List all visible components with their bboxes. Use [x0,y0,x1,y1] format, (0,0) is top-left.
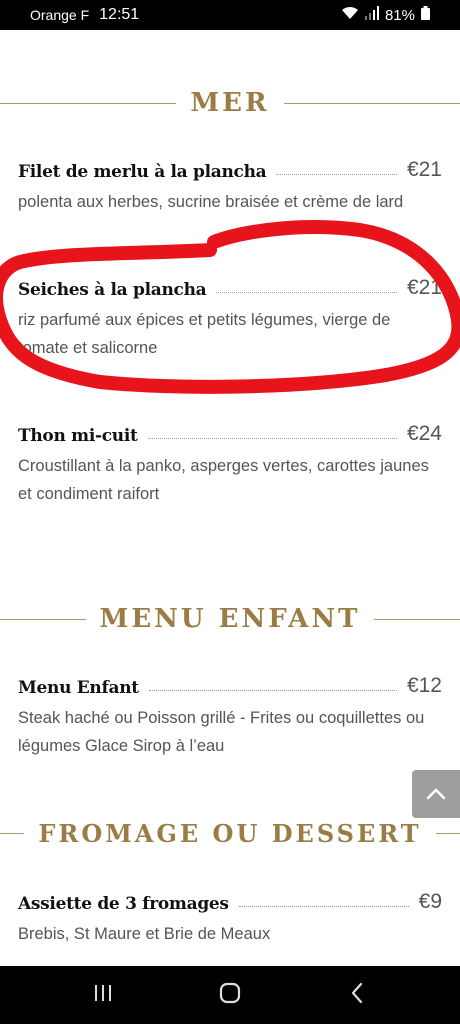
home-icon [219,982,241,1008]
section-title: MENU ENFANT [99,604,361,634]
section-header-mer: MER [0,88,460,118]
section-title: FROMAGE OU DESSERT [38,819,422,848]
dotted-leader [148,690,397,691]
item-price: €12 [406,674,442,697]
wifi-icon [341,6,359,24]
dotted-leader [276,174,397,175]
clock: 12:51 [99,6,140,23]
battery-percent: 81% [384,6,415,24]
home-button[interactable] [200,975,260,1015]
item-name: Assiette de 3 fromages [18,894,229,914]
item-name: Seiches à la plancha [18,280,207,300]
item-name: Filet de merlu à la plancha [18,162,267,182]
dotted-leader [147,438,397,439]
item-name: Thon mi-cuit [18,426,138,446]
item-description: polenta aux herbes, sucrine braisée et c… [18,193,404,211]
section-header-fromage-ou-dessert: FROMAGE OU DESSERT [0,819,460,848]
status-icons: 81% [341,6,430,24]
chevron-up-icon [426,785,446,804]
carrier-name: Orange F [30,7,90,23]
section-header-menu-enfant: MENU ENFANT [0,604,460,634]
signal-icon [364,6,379,24]
divider [0,102,177,104]
item-price: €21 [406,276,442,299]
divider [374,618,460,620]
divider [435,833,460,834]
dotted-leader [238,906,409,907]
scroll-to-top-button[interactable] [412,770,460,818]
menu-item-menu-enfant: Menu Enfant €12 Steak haché ou Poisson g… [18,674,442,760]
item-description: Brebis, St Maure et Brie de Meaux [18,925,271,943]
menu-item-filet-de-merlu: Filet de merlu à la plancha €21 polenta … [18,158,442,216]
menu-item-thon-mi-cuit: Thon mi-cuit €24 Croustillant à la panko… [18,422,442,508]
recents-button[interactable] [73,975,133,1015]
item-description: riz parfumé aux épices et petits légumes… [18,311,391,357]
divider [0,618,86,620]
menu-item-seiches: Seiches à la plancha €21 riz parfumé aux… [18,276,442,362]
divider [0,833,25,834]
item-price: €9 [418,890,442,913]
item-price: €21 [406,158,442,181]
dotted-leader [216,292,397,293]
recents-icon [93,984,113,1006]
system-navigation-bar [0,966,460,1024]
item-price: €24 [406,422,442,445]
item-description: Steak haché ou Poisson grillé - Frites o… [18,709,425,755]
item-name: Menu Enfant [18,678,139,698]
divider [283,102,460,104]
section-title: MER [190,88,270,118]
battery-icon [421,6,430,24]
item-description: Croustillant à la panko, asperges vertes… [18,457,429,503]
status-bar: Orange F 12:51 81% [0,0,460,30]
back-button[interactable] [327,975,387,1015]
menu-item-assiette-de-3-fromages: Assiette de 3 fromages €9 Brebis, St Mau… [18,890,442,948]
back-icon [350,982,364,1008]
